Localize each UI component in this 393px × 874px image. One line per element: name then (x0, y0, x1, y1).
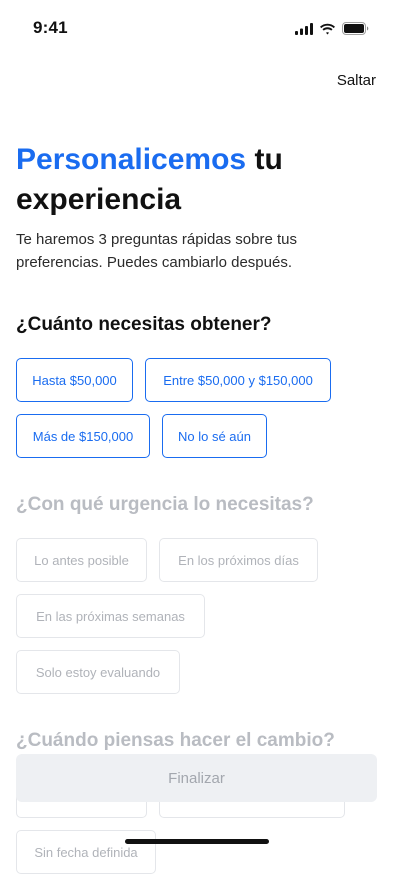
option-amount-up-to-50000[interactable]: Hasta $50,000 (16, 358, 133, 402)
status-bar: 9:41 (0, 0, 393, 54)
option-urgency-weeks[interactable]: En las próximas semanas (16, 594, 205, 638)
status-icons (295, 22, 369, 35)
status-time: 9:41 (33, 18, 68, 37)
page-title-accent: Personalicemos (16, 143, 247, 176)
page-title: Personalicemos tu experiencia (16, 140, 376, 220)
option-amount-unknown[interactable]: No lo sé aún (162, 414, 267, 458)
home-indicator (125, 839, 269, 844)
option-amount-50000-150000[interactable]: Entre $50,000 y $150,000 (145, 358, 331, 402)
option-urgency-days[interactable]: En los próximos días (159, 538, 318, 582)
question-timing-title: ¿Cuándo piensas hacer el cambio? (16, 730, 335, 751)
battery-icon (342, 22, 369, 35)
option-timing-no-date[interactable]: Sin fecha definida (16, 830, 156, 874)
question-amount-title: ¿Cuánto necesitas obtener? (16, 314, 272, 335)
option-urgency-asap[interactable]: Lo antes posible (16, 538, 147, 582)
option-amount-over-150000[interactable]: Más de $150,000 (16, 414, 150, 458)
skip-button[interactable]: Saltar (337, 72, 376, 89)
wifi-icon (320, 23, 335, 34)
signal-icon (295, 22, 313, 35)
option-urgency-evaluating[interactable]: Solo estoy evaluando (16, 650, 180, 694)
finish-button[interactable]: Finalizar (16, 754, 377, 802)
page-subtitle: Te haremos 3 preguntas rápidas sobre tus… (16, 231, 297, 271)
question-urgency-title: ¿Con qué urgencia lo necesitas? (16, 494, 314, 515)
